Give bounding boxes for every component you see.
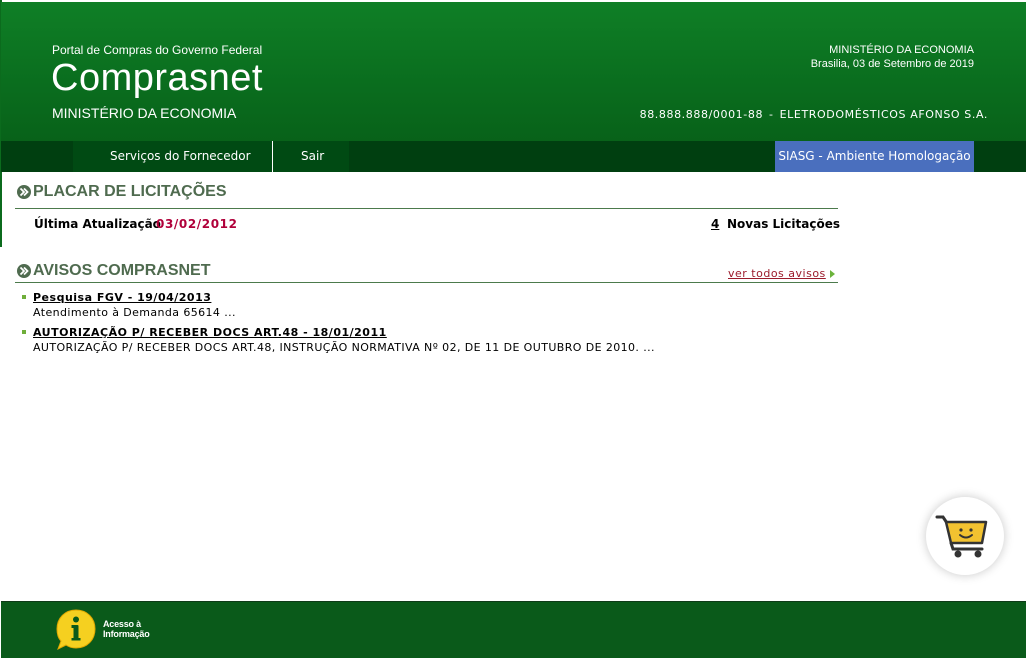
last-update-label: Última Atualização: [34, 217, 161, 231]
ministry-label: MINISTÉRIO DA ECONOMIA: [52, 105, 237, 121]
page: Portal de Compras do Governo Federal Com…: [0, 0, 1027, 664]
avisos-title-text: AVISOS COMPRASNET: [33, 262, 211, 279]
new-bids-label: Novas Licitações: [727, 217, 840, 231]
access-information-link[interactable]: Acesso à Informação: [103, 619, 150, 639]
new-bids-count-link[interactable]: 4: [711, 217, 719, 231]
nav-item-servicos-fornecedor[interactable]: Serviços do Fornecedor: [110, 141, 251, 172]
chevron-double-right-icon: [17, 264, 31, 278]
info-icon[interactable]: [53, 607, 99, 653]
shopping-cart-button[interactable]: [926, 497, 1004, 575]
nav-item-sair[interactable]: Sair: [301, 141, 324, 172]
supplier-company: ELETRODOMÉSTICOS AFONSO S.A.: [779, 108, 988, 121]
supplier-info: 88.888.888/0001-88- ELETRODOMÉSTICOS AFON…: [640, 108, 988, 121]
arrow-right-icon: [829, 269, 835, 278]
current-date: Brasilia, 03 de Setembro de 2019: [810, 58, 974, 70]
bullet-icon: [22, 295, 26, 299]
portal-subtitle: Portal de Compras do Governo Federal: [52, 43, 263, 57]
shopping-cart-icon: [935, 515, 988, 558]
section-divider: [15, 208, 838, 209]
supplier-separator: -: [769, 108, 774, 121]
site-footer: [1, 602, 1026, 658]
supplier-cnpj: 88.888.888/0001-88: [639, 108, 764, 121]
chevron-double-right-icon: [17, 185, 31, 199]
notice-description: AUTORIZAÇÃO P/ RECEBER DOCS ART.48, INST…: [33, 341, 655, 354]
notice-title-link[interactable]: AUTORIZAÇÃO P/ RECEBER DOCS ART.48 - 18/…: [33, 326, 387, 339]
last-update-date: 03/02/2012: [156, 217, 238, 231]
see-all-notices-link[interactable]: ver todos avisos: [728, 267, 835, 280]
see-all-notices-label[interactable]: ver todos avisos: [728, 267, 826, 280]
brand-logo-text[interactable]: Comprasnet: [51, 57, 263, 100]
nav-divider: [272, 141, 273, 172]
site-header: Portal de Compras do Governo Federal Com…: [1, 2, 1026, 141]
placar-section-title: PLACAR DE LICITAÇÕES: [17, 183, 226, 201]
environment-badge: SIASG - Ambiente Homologação: [775, 141, 974, 172]
notice-description: Atendimento à Demanda 65614 ...: [33, 306, 236, 319]
avisos-section-title: AVISOS COMPRASNET: [17, 262, 211, 280]
section-divider: [15, 282, 838, 283]
notice-title-link[interactable]: Pesquisa FGV - 19/04/2013: [33, 291, 211, 304]
placar-title-text: PLACAR DE LICITAÇÕES: [33, 183, 227, 200]
bullet-icon: [22, 330, 26, 334]
ministry-label-right: MINISTÉRIO DA ECONOMIA: [829, 44, 974, 56]
